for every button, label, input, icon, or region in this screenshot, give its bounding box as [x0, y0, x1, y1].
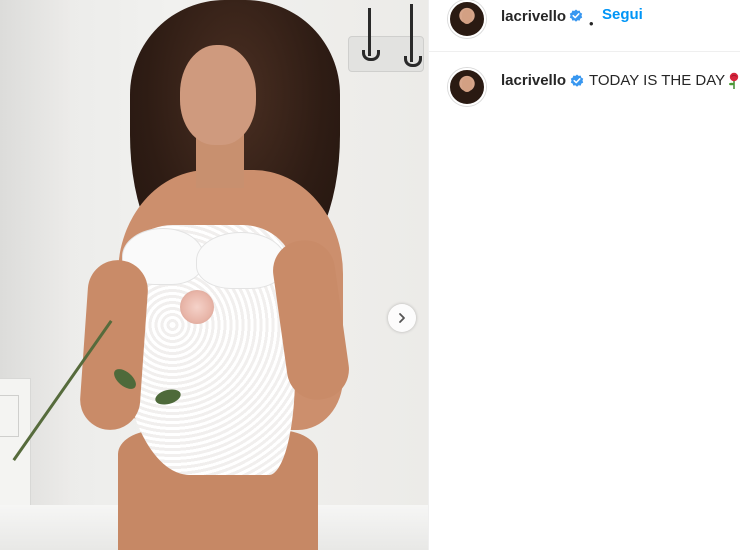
avatar-face [461, 77, 473, 92]
post-header: lacrivello • Segui [429, 0, 740, 52]
avatar[interactable] [448, 0, 486, 38]
bodysuit-cup [196, 232, 286, 289]
verified-badge-icon [570, 74, 584, 87]
caption-avatar[interactable] [448, 68, 486, 106]
chevron-right-icon [399, 313, 405, 323]
wall-hook [410, 4, 413, 62]
caption-username[interactable]: lacrivello [501, 72, 566, 89]
verified-badge-icon [569, 9, 583, 22]
next-photo-button[interactable] [388, 304, 416, 332]
post-side-panel: lacrivello • Segui lacrivello TODAY IS T… [428, 0, 740, 550]
follow-button[interactable]: Segui [602, 6, 643, 23]
wall-hook [368, 8, 371, 56]
separator-dot: • [589, 16, 594, 31]
rose-emoji-icon [729, 72, 739, 89]
nightstand-drawer [0, 395, 19, 437]
header-username[interactable]: lacrivello [501, 8, 566, 25]
avatar-face [461, 9, 473, 24]
caption-text: TODAY IS THE DAY [589, 72, 726, 89]
left-arm [78, 258, 150, 432]
face [180, 45, 256, 145]
post-image[interactable] [0, 0, 428, 550]
rose-flower [180, 290, 214, 324]
